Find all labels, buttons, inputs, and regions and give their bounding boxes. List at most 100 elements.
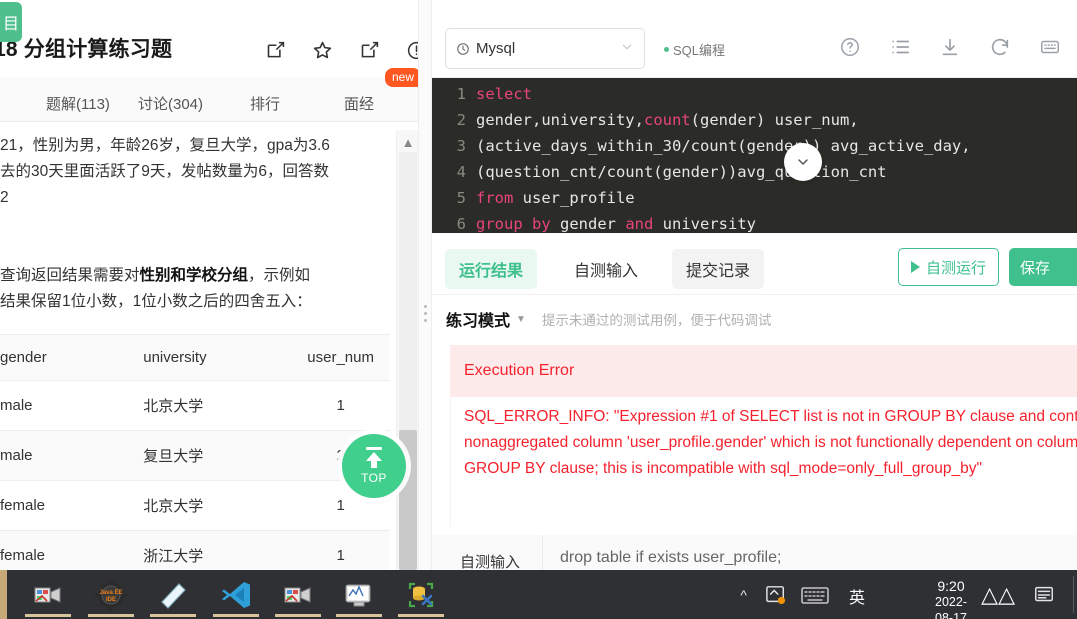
play-icon [910, 261, 920, 273]
refresh-icon[interactable] [989, 36, 1011, 58]
taskbar-underline [275, 614, 321, 617]
taskbar-screen-recorder-1[interactable] [32, 579, 64, 611]
database-select[interactable]: Mysql [445, 28, 645, 69]
arrow-up-icon [366, 452, 382, 461]
keyboard-icon[interactable] [1039, 36, 1061, 58]
tab-discussion[interactable]: 讨论(304) [138, 93, 203, 114]
table-row: female 浙江大学 1 [0, 530, 390, 570]
tab-question[interactable]: 目 [0, 2, 22, 42]
left-scrollbar[interactable]: ▲ [396, 130, 418, 570]
chevron-down-icon[interactable]: ▼ [516, 314, 526, 325]
taskbar-underline [213, 614, 259, 617]
error-message: SQL_ERROR_INFO: "Expression #1 of SELECT… [464, 408, 1077, 477]
code-token: (active_days_within_30/count(gender)) av… [476, 137, 971, 155]
share-icon[interactable] [359, 40, 380, 61]
cell-university: 复旦大学 [143, 430, 292, 481]
desc-spacer [0, 211, 400, 263]
app-root: 18 分组计算练习题 目 题解(113) 讨论(304) 排行 面经 new 2… [0, 0, 1077, 619]
scroll-to-top-button[interactable]: TOP [342, 434, 406, 498]
save-button[interactable]: 保存 [1009, 248, 1077, 286]
app-tray-icon[interactable]: △△ [981, 582, 1015, 608]
notification-center-icon[interactable] [1033, 584, 1055, 611]
code-token: count [643, 111, 691, 129]
edit-icon[interactable] [265, 40, 286, 61]
chevron-down-icon [620, 40, 634, 57]
code-token: group [476, 215, 523, 233]
taskbar-underline [398, 614, 444, 617]
table-header-row: gender university user_num [0, 334, 390, 381]
collapse-editor-button[interactable] [784, 143, 822, 181]
top-bar-icon [366, 447, 382, 450]
sql-code-editor[interactable]: 1 select 2 gender,university,count(gender)… [432, 78, 1077, 233]
cell-gender: male [0, 430, 144, 481]
desc-line-3: 2 [0, 189, 9, 206]
cell-user-num: 1 [291, 380, 390, 431]
taskbar-notepad[interactable] [157, 579, 189, 611]
panel-divider[interactable] [418, 0, 432, 570]
taskbar-left-strip [0, 570, 7, 619]
taskbar-database-tool[interactable] [405, 579, 437, 611]
onedrive-icon[interactable] [765, 585, 787, 605]
taskbar-underline [25, 614, 71, 617]
code-token: select [476, 85, 532, 103]
result-tabbar: 运行结果 自测输入 提交记录 自测运行 保存 [432, 243, 1077, 295]
divider-grip-icon[interactable] [424, 305, 427, 322]
tab-interview[interactable]: 面经 [344, 93, 374, 114]
line-number: 5 [456, 189, 466, 207]
practice-mode-label[interactable]: 练习模式 [446, 307, 510, 331]
list-icon[interactable] [889, 36, 911, 58]
taskbar-underline [150, 614, 196, 617]
tab-run-result[interactable]: 运行结果 [445, 249, 538, 289]
code-line: 4 (question_cnt/count(gender))avg_questio… [432, 159, 1077, 185]
clock-date: 2022-08-17 [935, 595, 967, 619]
scrollbar-track[interactable] [399, 152, 417, 430]
sql-mode-tag: SQL编程 [664, 40, 725, 59]
title-action-group [265, 40, 420, 61]
cell-university: 北京大学 [143, 380, 292, 431]
svg-text:Java EE: Java EE [99, 590, 122, 596]
download-icon[interactable] [939, 36, 961, 58]
editor-header-icons [839, 36, 1061, 58]
star-icon[interactable] [312, 40, 333, 61]
example-table: gender university user_num male 北京大学 1 m… [0, 334, 400, 570]
taskbar-underline [88, 614, 134, 617]
tab-self-test-input[interactable]: 自测输入 [560, 249, 652, 289]
tab-submit-records[interactable]: 提交记录 [672, 249, 765, 289]
self-test-run-button[interactable]: 自测运行 [897, 248, 999, 286]
taskbar-eclipse-javaee[interactable]: Java EE IDE [95, 579, 127, 611]
code-token: (gender) user_num, [690, 111, 859, 129]
taskbar-monitor-tool[interactable] [343, 579, 375, 611]
self-test-input-value[interactable]: drop table if exists user_profile; [560, 549, 781, 567]
desc-pre: 查询返回结果需要对 [0, 267, 140, 284]
windows-taskbar: Java EE IDE ^ 英 9:20 2022-08-17 △△ [0, 570, 1077, 619]
run-button-label: 自测运行 [925, 259, 986, 277]
keyboard-icon[interactable] [801, 587, 829, 604]
code-token: and [625, 215, 654, 233]
cell-gender: female [0, 530, 144, 570]
status-dot-icon [664, 47, 669, 52]
taskbar-underline [336, 614, 382, 617]
page-title: 18 分组计算练习题 [0, 38, 173, 61]
code-token: gender,university, [476, 111, 644, 129]
chevron-down-icon [798, 159, 808, 165]
tab-solutions[interactable]: 题解(113) [46, 93, 110, 114]
scroll-up-icon[interactable]: ▲ [400, 134, 416, 150]
taskbar-vscode[interactable] [220, 579, 252, 611]
desc-line-5: 结果保留1位小数，1位小数之后的四舍五入： [0, 293, 312, 310]
error-left-rule [450, 397, 451, 527]
error-title: Execution Error [464, 362, 575, 379]
self-test-separator [542, 535, 543, 570]
tab-ranking[interactable]: 排行 [250, 93, 280, 114]
ime-indicator[interactable]: 英 [849, 584, 865, 608]
line-number: 2 [456, 111, 466, 129]
cell-university: 北京大学 [143, 480, 292, 531]
code-line: 2 gender,university,count(gender) user_nu… [432, 107, 1077, 133]
table-row: female 北京大学 1 [0, 480, 390, 531]
show-desktop-button[interactable] [1073, 576, 1074, 613]
help-icon[interactable] [839, 36, 861, 58]
taskbar-screen-recorder-2[interactable] [282, 579, 314, 611]
table-row: male 北京大学 1 [0, 380, 390, 431]
show-hidden-icons-icon[interactable]: ^ [740, 587, 747, 603]
code-line: 1 select [432, 81, 1077, 107]
taskbar-clock[interactable]: 9:20 2022-08-17 [935, 578, 967, 619]
